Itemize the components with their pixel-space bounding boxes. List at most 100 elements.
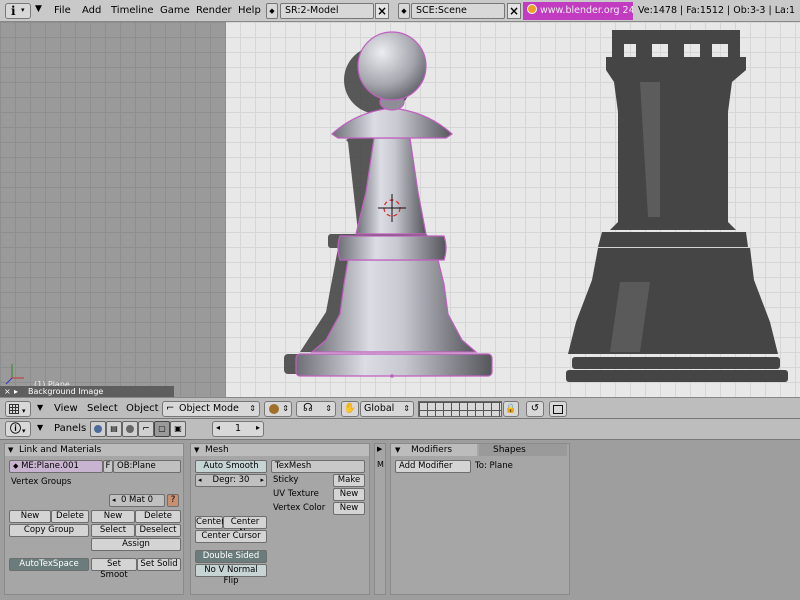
delete-screen-button[interactable]: × (375, 3, 389, 19)
panel-header[interactable]: ▼ Mesh (191, 444, 369, 456)
grid-icon (9, 404, 19, 414)
double-sided-toggle[interactable]: Double Sided (195, 550, 267, 563)
scene-stats: Ve:1478 | Fa:1512 | Ob:3-3 | La:1 (638, 5, 796, 16)
material-new-button[interactable]: New (91, 510, 135, 523)
expand-arrow-icon[interactable]: ▸ (14, 386, 18, 397)
axis-gizmo-icon (5, 364, 24, 385)
chevron-down-icon: ⇕ (249, 404, 256, 413)
logic-icon[interactable] (90, 421, 106, 437)
menu-render[interactable]: Render (196, 4, 232, 18)
panels-label: Panels (54, 423, 87, 434)
shading-icon[interactable] (122, 421, 138, 437)
material-index-stepper[interactable]: ◂ 0 Mat 0 (109, 494, 165, 507)
tab-modifiers[interactable]: ▼ Modifiers (391, 444, 477, 456)
collapse-menus-icon[interactable]: ▼ (35, 4, 42, 14)
version-link[interactable]: www.blender.org 246 (540, 5, 633, 16)
arrow-right-icon[interactable]: ▸ (256, 423, 260, 432)
hand-icon: ✋ (343, 403, 357, 414)
viewport-scene (5, 30, 788, 385)
arrow-left-icon[interactable]: ◂ (216, 423, 220, 432)
chevron-down-icon: ⇕ (403, 404, 410, 413)
chevron-down-icon: ▾ (22, 407, 26, 415)
script-icon[interactable]: ▤ (106, 421, 122, 437)
ortho-toggle-button[interactable]: ↺ (526, 401, 544, 417)
collapse-menus-icon[interactable]: ▼ (37, 403, 43, 412)
draw-type-selector[interactable]: ⇕ (264, 401, 292, 417)
menu-view[interactable]: View (54, 402, 78, 415)
tab-shapes[interactable]: Shapes (479, 444, 567, 456)
menu-object[interactable]: Object (126, 402, 159, 415)
close-icon[interactable]: × (4, 386, 11, 397)
menu-select[interactable]: Select (87, 402, 118, 415)
set-solid-button[interactable]: Set Solid (137, 558, 181, 571)
sticky-make-button[interactable]: Make (333, 474, 365, 487)
add-modifier-button[interactable]: Add Modifier (395, 460, 471, 473)
info-header: i ▾ ▼ File Add Timeline Game Render Help… (0, 0, 800, 22)
panel-side-tab[interactable]: ▶ M (374, 443, 386, 595)
render-preview-button[interactable] (549, 401, 567, 417)
material-deselect-button[interactable]: Deselect (135, 524, 181, 537)
material-assign-button[interactable]: Assign (91, 538, 181, 551)
no-v-normal-flip-toggle[interactable]: No V Normal Flip (195, 564, 267, 586)
delete-scene-button[interactable]: × (507, 3, 521, 19)
vertex-color-new-button[interactable]: New (333, 502, 365, 515)
scene-name-field[interactable]: SCE:Scene (411, 3, 505, 19)
center-new-button[interactable]: Center Ne (223, 516, 267, 538)
modifier-target-label: To: Plane (475, 461, 513, 471)
background-image-title: Background Image (28, 387, 104, 396)
background-image-panel-header[interactable]: × ▸ Background Image (0, 386, 174, 397)
editor-type-info-button[interactable]: i ▾ (5, 3, 31, 19)
scene-browse-button[interactable]: ◆ (398, 3, 410, 19)
vertex-group-new-button[interactable]: New (9, 510, 51, 523)
transform-manipulator-button[interactable]: ✋ (341, 401, 359, 417)
editor-type-buttons-button[interactable]: ⓘ ▾ (5, 421, 31, 437)
material-select-button[interactable]: Select (91, 524, 135, 537)
chevron-down-icon: ▾ (21, 6, 25, 14)
menu-file[interactable]: File (54, 4, 71, 18)
material-help-button[interactable]: ? (167, 494, 179, 507)
object-name-field[interactable]: OB:Plane (113, 460, 181, 473)
scene-icon[interactable]: ▣ (170, 421, 186, 437)
texmesh-field[interactable]: TexMesh (271, 460, 365, 473)
auto-smooth-toggle[interactable]: Auto Smooth (195, 460, 267, 473)
menu-game[interactable]: Game (160, 4, 190, 18)
screen-browse-button[interactable]: ◆ (266, 3, 278, 19)
fake-user-toggle[interactable]: F (103, 460, 113, 473)
mode-selector[interactable]: ⌐ Object Mode ⇕ (162, 401, 260, 417)
orientation-selector[interactable]: Global ⇕ (360, 401, 414, 417)
menu-help[interactable]: Help (238, 4, 261, 18)
material-delete-button[interactable]: Delete (135, 510, 181, 523)
uv-texture-label: UV Texture (273, 489, 319, 499)
pivot-selector[interactable]: ☊ ⇕ (296, 401, 336, 417)
center-cursor-button[interactable]: Center Cursor (195, 530, 267, 543)
browse-icon: ◆ (13, 462, 19, 470)
editing-icon[interactable]: ▢ (154, 421, 170, 437)
collapse-menus-icon[interactable]: ▼ (37, 423, 43, 432)
collapse-arrow-icon: ▶ (377, 445, 383, 453)
lock-layers-button[interactable]: 🔒 (503, 401, 519, 417)
arrow-left-icon: ◂ (112, 496, 116, 504)
frame-value: 1 (235, 423, 242, 434)
object-icon[interactable]: ⌐ (138, 421, 154, 437)
mesh-name-field[interactable]: ◆ ME:Plane.001 (9, 460, 103, 473)
menu-add[interactable]: Add (82, 4, 101, 18)
set-smooth-button[interactable]: Set Smoot (91, 558, 137, 580)
context-tabs[interactable]: ▤ ⌐ ▢ ▣ (90, 421, 186, 437)
frame-stepper[interactable]: ◂ 1 ▸ (212, 421, 264, 437)
3d-viewport[interactable]: (1) Plane × ▸ Background Image (0, 22, 800, 397)
uv-texture-new-button[interactable]: New (333, 488, 365, 501)
panel-header[interactable]: ▼ Link and Materials (5, 444, 183, 456)
vertex-group-delete-button[interactable]: Delete (51, 510, 89, 523)
chevron-down-icon: ▾ (22, 427, 26, 435)
version-banner: www.blender.org 246 (523, 2, 633, 20)
screen-name-field[interactable]: SR:2-Model (280, 3, 374, 19)
autotexspace-toggle[interactable]: AutoTexSpace (9, 558, 89, 571)
menu-timeline[interactable]: Timeline (111, 4, 154, 18)
center-button[interactable]: Center (195, 516, 225, 529)
editor-type-3dview-button[interactable]: ▾ (5, 401, 31, 417)
blender-logo-icon (527, 4, 537, 14)
degr-field[interactable]: ◂ Degr: 30 ▸ (195, 474, 267, 487)
arrow-left-icon: ◂ (198, 476, 202, 484)
copy-group-button[interactable]: Copy Group (9, 524, 89, 537)
layer-buttons[interactable] (418, 401, 502, 417)
